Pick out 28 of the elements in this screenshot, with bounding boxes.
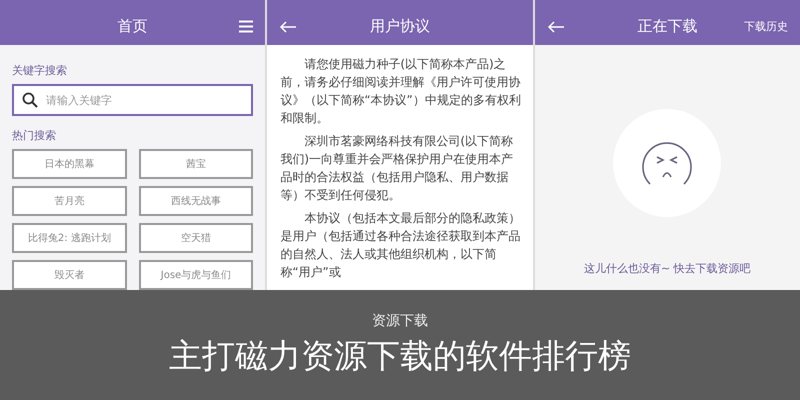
agreement-paragraph: 本协议（包括本文最后部分的隐私政策）是用户（包括通过各种合法途径获取到本产品的自然人、法人或其他组织机构，以下简称“用户”或 [280,210,522,281]
hot-search-button[interactable]: 日本的黑幕 [12,149,127,179]
history-button[interactable]: 下载历史 [744,19,788,34]
section-label: 关键字搜索 [12,63,68,78]
hot-search-button[interactable]: 比得兔2: 逃跑计划 [12,223,127,253]
hot-search-button[interactable]: 空天猎 [138,223,254,253]
hot-search-button[interactable]: 苦月亮 [12,186,127,216]
menu-button[interactable] [239,20,254,33]
search-field[interactable]: 请输入关键字 [12,84,254,116]
back-arrow-icon [279,20,298,32]
hot-search-button[interactable]: Jose与虎与鱼们 [138,260,254,290]
banner-title: 主打磁力资源下载的软件排行榜 [169,334,631,376]
screen-title: 首页 [118,17,148,36]
hot-search-button[interactable]: 毁灭者 [12,260,127,290]
hot-search-button[interactable]: 茜宝 [138,149,254,179]
section-label: 热门搜索 [12,128,57,143]
empty-message: 这儿什么也没有~ 快去下载资源吧 [584,261,751,276]
screen-title: 用户协议 [370,17,430,36]
hot-search-button[interactable]: 西线无战事 [138,186,254,216]
menu-icon [239,20,254,33]
back-arrow-icon [546,20,565,32]
back-button[interactable] [546,20,565,32]
agreement-paragraph: 请您使用磁力种子(以下简称本产品)之前，请务必仔细阅读并理解《用户许可使用协议》（以下简称“本协议”）中规定的多有权利和限制。 [280,56,522,127]
banner-subtitle: 资源下载 [372,312,428,330]
agreement-paragraph: 深圳市茗豪网络科技有限公司(以下简称我们)一向尊重并会严格保护用户在使用本产品时的合法权益（包括用户隐私、用户数据等）不受到任何侵犯。 [280,133,514,204]
screen-title: 正在下载 [637,17,698,36]
search-icon [22,92,38,108]
back-button[interactable] [279,20,298,32]
